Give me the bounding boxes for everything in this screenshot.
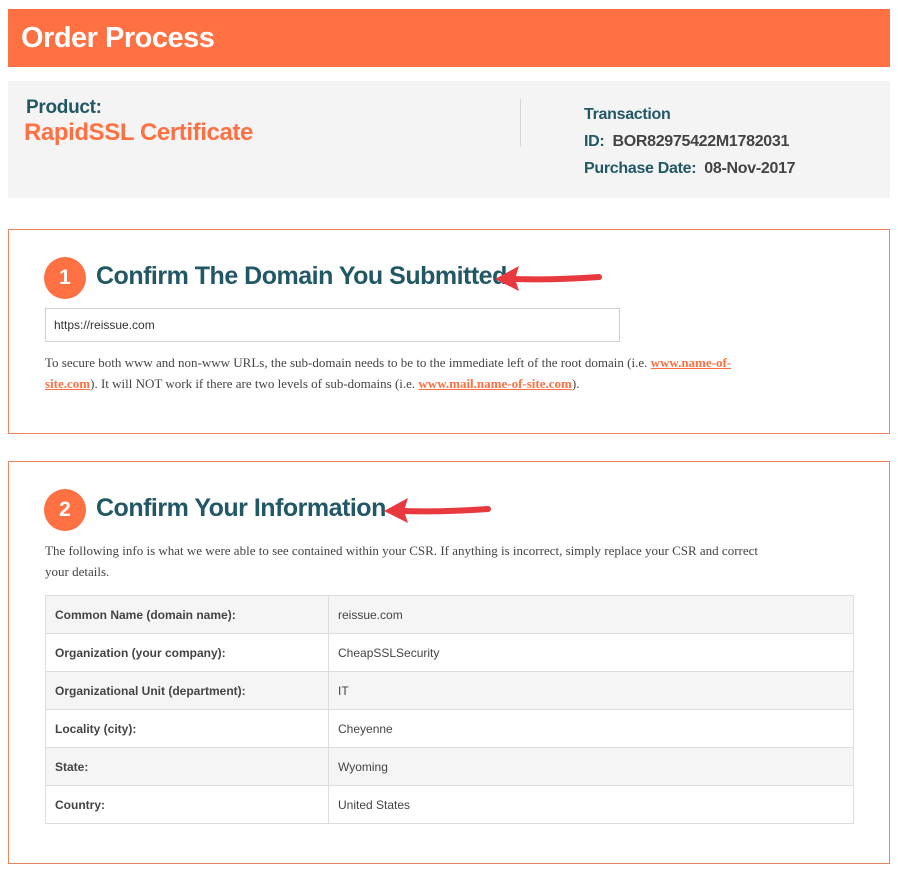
transaction-id-label: ID:: [584, 133, 605, 150]
purchase-date-label: Purchase Date:: [584, 160, 697, 177]
domain-note-text-1: To secure both www and non-www URLs, the…: [45, 355, 651, 370]
table-row: Country: United States: [45, 785, 854, 824]
row-value: IT: [328, 671, 854, 710]
purchase-date-value: 08-Nov-2017: [704, 160, 796, 177]
table-row: State: Wyoming: [45, 747, 854, 786]
row-value: Wyoming: [328, 747, 854, 786]
transaction-id-value: BOR82975422M1782031: [612, 133, 790, 150]
row-label: Organization (your company):: [45, 633, 329, 672]
row-value: CheapSSLSecurity: [328, 633, 854, 672]
row-value: Cheyenne: [328, 709, 854, 748]
red-arrow-icon: [495, 266, 602, 291]
transaction-details: Transaction ID: BOR82975422M1782031 Purch…: [584, 101, 796, 182]
step-1-title: Confirm The Domain You Submitted: [96, 262, 507, 290]
step-2-title: Confirm Your Information: [96, 494, 386, 522]
csr-intro-line-2: your details.: [45, 564, 110, 579]
domain-input[interactable]: [45, 308, 620, 342]
step-1-card: 1 Confirm The Domain You Submitted To se…: [8, 229, 890, 434]
row-label: Common Name (domain name):: [45, 595, 329, 634]
csr-intro-line-1: The following info is what we were able …: [45, 543, 759, 558]
table-row: Organizational Unit (department): IT: [45, 671, 854, 710]
csr-intro: The following info is what we were able …: [45, 540, 860, 582]
transaction-id-row: ID: BOR82975422M1782031: [584, 128, 795, 155]
domain-note-text-2: ). It will NOT work if there are two lev…: [90, 376, 419, 391]
table-row: Organization (your company): CheapSSLSec…: [45, 633, 854, 672]
product-label: Product:: [26, 97, 102, 118]
step-1-badge: 1: [44, 257, 86, 299]
example-subdomain-link[interactable]: www.mail.name-of-site.com: [418, 376, 571, 391]
example-domain-link-part-1: www.name-of-: [650, 355, 732, 370]
row-label: State:: [45, 747, 329, 786]
step-2-card: 2 Confirm Your Information The following…: [8, 461, 890, 864]
summary-divider: [520, 99, 521, 147]
red-arrow-icon: [384, 498, 491, 523]
transaction-label: Transaction: [584, 106, 671, 123]
row-value: United States: [328, 785, 854, 824]
step-2-badge: 2: [44, 489, 86, 531]
row-label: Country:: [45, 785, 329, 824]
row-value: reissue.com: [328, 595, 854, 634]
purchase-date-row: Purchase Date: 08-Nov-2017: [584, 155, 796, 182]
domain-note: To secure both www and non-www URLs, the…: [45, 352, 845, 394]
order-summary: Product: RapidSSL Certificate Transactio…: [8, 81, 890, 198]
row-label: Organizational Unit (department):: [45, 671, 329, 710]
row-label: Locality (city):: [45, 709, 329, 748]
domain-note-text-3: ).: [571, 376, 580, 391]
product-name: RapidSSL Certificate: [24, 119, 253, 146]
page-header: Order Process: [8, 9, 890, 67]
table-row: Common Name (domain name): reissue.com: [45, 595, 854, 634]
csr-info-table: Common Name (domain name): reissue.com O…: [45, 595, 854, 824]
example-domain-link-part-2: site.com: [45, 376, 91, 391]
page-title: Order Process: [21, 22, 215, 54]
table-row: Locality (city): Cheyenne: [45, 709, 854, 748]
